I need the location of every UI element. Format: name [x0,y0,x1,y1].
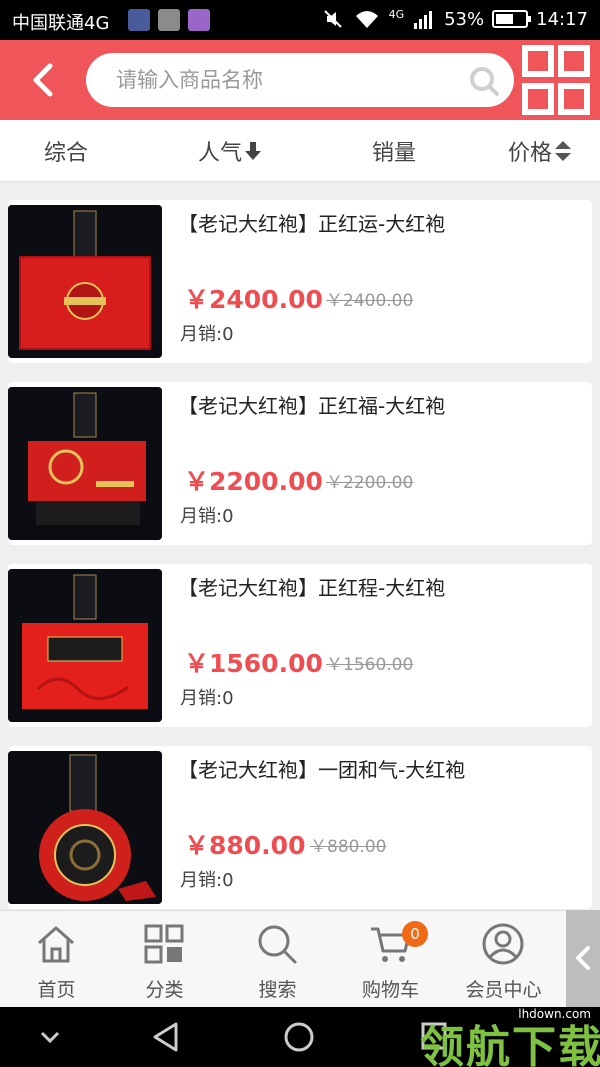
wifi-icon [355,11,378,28]
notification-icons [128,9,210,31]
product-monthly-sales: 月销:0 [180,870,234,891]
sort-tab-price[interactable]: 价格 [508,120,572,182]
home-circle-icon[interactable] [283,1021,315,1053]
back-triangle-icon[interactable] [150,1021,182,1053]
home-icon [38,926,74,963]
site-watermark: 领航下载 lhdown.com [416,1005,600,1067]
category-grid-icon [144,924,184,964]
product-name: 【老记大红袍】一团和气-大红袍 [178,758,466,782]
nav-item-category[interactable]: 分类 [108,911,221,1008]
nav-item-home[interactable]: 首页 [0,911,113,1008]
sort-tab-label: 人气 [198,141,243,166]
product-card[interactable]: 【老记大红袍】正红运-大红袍 ￥2400.00 ￥2400.00 月销:0 [8,200,592,363]
qr-code-icon[interactable] [520,43,592,117]
search-box[interactable] [86,53,514,107]
sort-bar: 综合 人气 销量 价格 [0,120,600,182]
battery-percent: 53% [444,8,485,30]
header [0,40,600,120]
search-icon[interactable] [468,65,500,97]
product-name: 【老记大红袍】正红运-大红袍 [178,212,446,236]
arrow-down-icon [245,142,262,160]
bottom-nav: 首页 分类 搜索 0 购物车 会员中心 [0,910,600,1007]
sort-tab-label: 价格 [508,141,553,166]
clock: 14:17 [536,8,588,30]
product-image[interactable] [8,569,162,722]
nav-item-member-center[interactable]: 会员中心 [447,911,560,1008]
network-type: 4G [388,8,405,21]
product-monthly-sales: 月销:0 [180,324,234,345]
product-image[interactable] [8,205,162,358]
product-card[interactable]: 【老记大红袍】正红程-大红袍 ￥1560.00 ￥1560.00 月销:0 [8,564,592,727]
product-original-price: ￥880.00 [310,837,387,857]
status-bar: 中国联通4G 4G 53% 14:17 [0,0,600,40]
sort-tab-popularity[interactable]: 人气 [198,120,262,182]
product-original-price: ￥1560.00 [326,655,414,675]
search-input[interactable] [116,53,456,107]
product-card[interactable]: 【老记大红袍】正红福-大红袍 ￥2200.00 ￥2200.00 月销:0 [8,382,592,545]
cart-count-badge: 0 [402,921,428,947]
app-notification-icon [158,9,180,31]
product-monthly-sales: 月销:0 [180,506,234,527]
product-image[interactable] [8,387,162,540]
carrier-label: 中国联通4G [12,13,110,34]
product-price: ￥1560.00 [184,649,323,678]
sort-tab-label: 销量 [372,141,417,166]
product-name: 【老记大红袍】正红福-大红袍 [178,394,446,418]
sort-tab-sales[interactable]: 销量 [372,120,416,182]
search-icon [258,925,297,964]
nav-label: 分类 [145,979,184,1001]
product-name: 【老记大红袍】正红程-大红袍 [178,576,446,600]
app-notification-icon [128,9,150,31]
sort-updown-icon [555,141,572,161]
product-original-price: ￥2200.00 [326,473,414,493]
status-right: 4G 53% 14:17 [321,8,588,30]
gallery-notification-icon [188,9,210,31]
nav-item-cart[interactable]: 0 购物车 [334,911,447,1008]
watermark-url: lhdown.com [515,1007,594,1021]
product-price: ￥2200.00 [184,467,323,496]
back-arrow-icon[interactable] [22,60,66,100]
sort-tab-label: 综合 [44,141,89,166]
sort-tab-comprehensive[interactable]: 综合 [44,120,88,182]
user-icon [482,923,524,965]
product-price: ￥2400.00 [184,285,323,314]
product-image[interactable] [8,751,162,904]
mute-icon [323,10,342,28]
product-card[interactable]: 【老记大红袍】一团和气-大红袍 ￥880.00 ￥880.00 月销:0 [8,746,592,909]
chevron-down-icon[interactable] [36,1027,64,1047]
product-price: ￥880.00 [184,831,306,860]
nav-label: 搜索 [258,979,297,1001]
nav-item-search[interactable]: 搜索 [221,911,334,1008]
chevron-left-icon [576,946,590,970]
nav-label: 购物车 [361,979,419,1001]
signal-icon [414,11,433,29]
side-drawer-tab[interactable] [566,910,600,1007]
nav-label: 会员中心 [465,979,542,1001]
nav-label: 首页 [37,979,76,1001]
product-original-price: ￥2400.00 [326,291,414,311]
product-monthly-sales: 月销:0 [180,688,234,709]
battery-icon [492,10,532,28]
